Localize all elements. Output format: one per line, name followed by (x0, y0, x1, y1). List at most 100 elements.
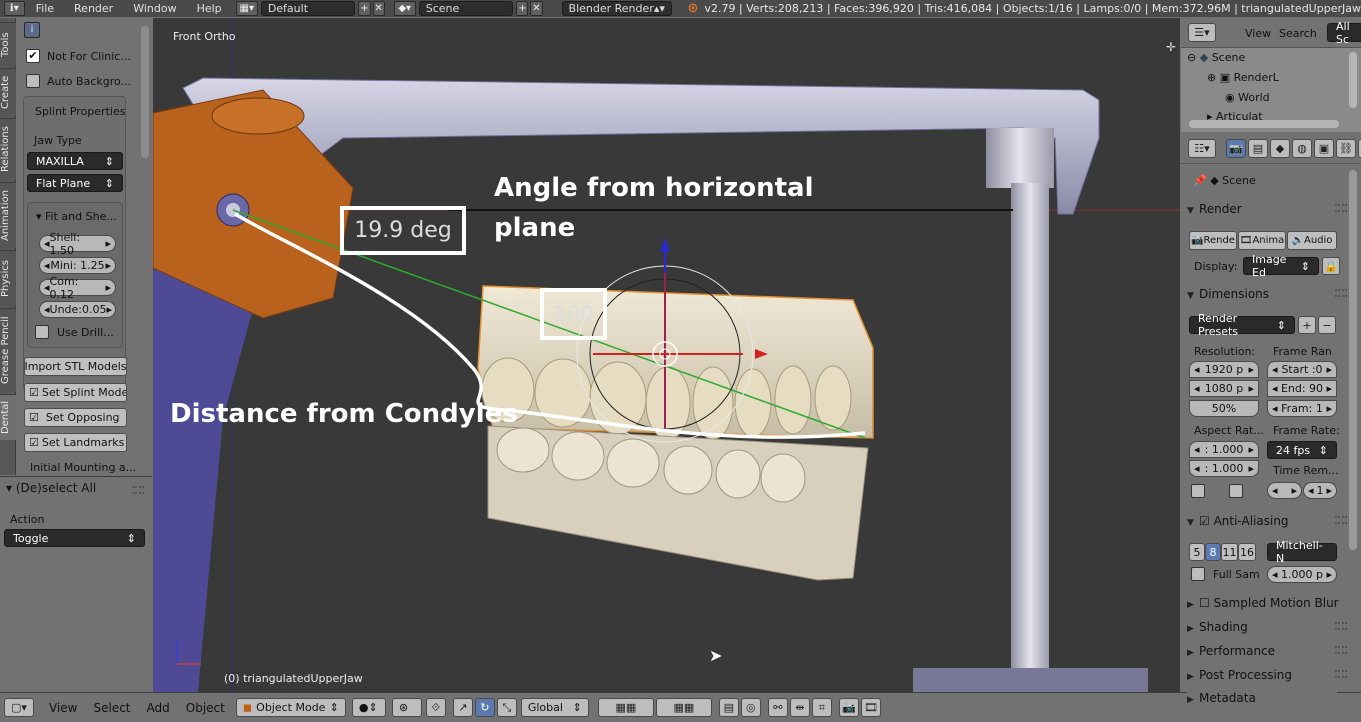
menu-object[interactable]: Object (178, 701, 233, 715)
resolution-percent-field[interactable]: 50% (1189, 400, 1259, 417)
properties-scrollbar[interactable] (1349, 170, 1357, 550)
import-stl-button[interactable]: Import STL Models (24, 357, 127, 376)
properties-editor-icon[interactable]: ☷▾ (1188, 139, 1216, 158)
constraints-tab-icon[interactable]: ⛓ (1336, 139, 1356, 158)
outliner-vscroll[interactable] (1349, 52, 1357, 108)
manipulator-toggle-icon[interactable]: ⟐ (425, 698, 446, 717)
display-select[interactable]: Image Ed ⇕ (1243, 253, 1319, 279)
outliner-editor-icon[interactable]: ☰▾ (1188, 23, 1216, 42)
menu-render[interactable]: Render (64, 2, 123, 15)
object-tab-icon[interactable]: ▣ (1314, 139, 1334, 158)
render-audio-button[interactable]: 🔊 Audio (1287, 231, 1337, 250)
auto-background-checkbox[interactable] (26, 74, 40, 88)
snap-target-icon[interactable]: ⌗ (811, 698, 832, 717)
anti-aliasing-checkbox-icon[interactable]: ☑ (1199, 514, 1214, 528)
outliner-item-renderlayers[interactable]: ⊕ ▣ RenderL (1207, 71, 1279, 84)
tab-physics[interactable]: Physics (0, 250, 16, 306)
editor-type-icon[interactable]: ℹ▾ (4, 1, 25, 16)
motion-blur-section-header[interactable]: ▶ ☐ Sampled Motion Blur (1187, 596, 1339, 610)
pin-icon[interactable]: 📌 (1193, 174, 1210, 187)
layers-grid-icon[interactable]: ▦▦ (597, 698, 654, 717)
viewport-corner-icon[interactable]: ✛ (1166, 40, 1176, 54)
set-landmarks-button[interactable]: ☑ Set Landmarks (24, 433, 127, 452)
rotate-manipulator-icon[interactable]: ↻ (474, 698, 495, 717)
render-animation-button[interactable]: 🎞 Anima (1238, 231, 1286, 250)
post-processing-section-header[interactable]: ▶ Post Processing (1187, 668, 1347, 682)
anti-aliasing-section-header[interactable]: ▼ ☑ Anti-Aliasing (1187, 514, 1347, 528)
opengl-render-icon[interactable]: 📷 (838, 698, 859, 717)
frame-rate-select[interactable]: 24 fps ⇕ (1267, 441, 1337, 459)
frame-start-field[interactable]: ◂ Start :0 ▸ (1267, 361, 1337, 378)
pivot-select[interactable]: ⊛ (391, 698, 422, 717)
plane-select[interactable]: Flat Plane ⇕ (27, 174, 123, 192)
metadata-section[interactable]: ▶ Metadata (1187, 691, 1337, 709)
unde-field[interactable]: ◂ Unde:0.05 ▸ (39, 301, 116, 318)
render-image-button[interactable]: 📷 Rende (1189, 231, 1237, 250)
render-presets-select[interactable]: Render Presets ⇕ (1189, 312, 1295, 338)
outliner-item-articulator[interactable]: ▸ Articulat (1207, 110, 1263, 120)
layers-grid-2-icon[interactable]: ▦▦ (655, 698, 712, 717)
set-splint-model-button[interactable]: ☑ Set Splint Model (24, 383, 127, 402)
not-for-clinic-checkbox[interactable]: ✔ (26, 49, 40, 63)
3d-viewport[interactable]: Front Ortho ✛ 19.9 deg 100 Angle from ho… (153, 18, 1180, 692)
aa-samples-5-button[interactable]: 5 (1189, 543, 1205, 561)
render-section-header[interactable]: ▼ Render (1187, 202, 1347, 216)
frame-end-field[interactable]: ◂ End: 90 ▸ (1267, 380, 1337, 397)
mini-field[interactable]: ◂ Mini: 1.25 ▸ (39, 257, 116, 274)
time-remap-old-field[interactable]: ◂ ▸ (1267, 482, 1302, 499)
render-engine-select[interactable]: Blender Render ▴▾ (561, 1, 672, 16)
full-sample-checkbox[interactable] (1191, 567, 1205, 581)
scene-icon[interactable]: ◆▾ (393, 1, 416, 16)
info-icon[interactable]: i (24, 22, 40, 38)
render-tab-icon[interactable]: 📷 (1226, 139, 1246, 158)
add-preset-icon[interactable]: + (1298, 316, 1316, 334)
lock-layers-icon[interactable]: ▤ (718, 698, 739, 717)
border-checkbox[interactable] (1191, 484, 1205, 498)
motion-blur-checkbox-icon[interactable]: ☐ (1199, 596, 1214, 610)
add-layout-icon[interactable]: + (358, 1, 371, 16)
set-opposing-button[interactable]: ☑ Set Opposing (24, 408, 127, 427)
shelf-scrollbar[interactable] (141, 26, 149, 158)
time-remap-new-field[interactable]: ◂ 1 ▸ (1303, 482, 1337, 499)
mode-select[interactable]: ◼ Object Mode ⇕ (235, 698, 346, 717)
outliner-scrollbar[interactable] (1189, 120, 1339, 128)
viewport-editor-icon[interactable]: ▢▾ (4, 698, 34, 717)
menu-view[interactable]: View (41, 701, 85, 715)
aspect-x-field[interactable]: ◂: 1.000 ▸ (1189, 441, 1259, 458)
panel-grip-icon[interactable] (132, 486, 144, 494)
tab-grease-pencil[interactable]: Grease Pencil (0, 308, 16, 392)
scale-manipulator-icon[interactable]: ⤡ (496, 698, 517, 717)
scene-tab-icon[interactable]: ◆ (1270, 139, 1290, 158)
aa-samples-16-button[interactable]: 16 (1238, 543, 1256, 561)
menu-add[interactable]: Add (139, 701, 178, 715)
scene-select[interactable]: Scene (418, 1, 514, 16)
crop-checkbox[interactable] (1229, 484, 1243, 498)
menu-window[interactable]: Window (123, 2, 186, 15)
translate-manipulator-icon[interactable]: ↗ (452, 698, 473, 717)
outliner-menu-view[interactable]: View (1245, 27, 1271, 40)
resolution-y-field[interactable]: ◂ 1080 p ▸ (1189, 380, 1259, 397)
orientation-select[interactable]: Global ⇕ (520, 698, 589, 717)
layers-tab-icon[interactable]: ▤ (1248, 139, 1268, 158)
resolution-x-field[interactable]: ◂ 1920 p ▸ (1189, 361, 1259, 378)
menu-select[interactable]: Select (85, 701, 138, 715)
outliner-item-world[interactable]: ◉ World (1225, 91, 1270, 104)
use-drill-checkbox[interactable] (35, 325, 49, 339)
jaw-type-select[interactable]: MAXILLA ⇕ (27, 152, 123, 170)
menu-help[interactable]: Help (187, 2, 232, 15)
aa-samples-8-button[interactable]: 8 (1205, 543, 1221, 561)
initial-mounting-label[interactable]: Initial Mounting a... (30, 461, 136, 474)
com-field[interactable]: ◂ Com: 0.12 ▸ (39, 275, 116, 301)
tab-relations[interactable]: Relations (0, 118, 16, 180)
frame-step-field[interactable]: ◂ Fram: 1 ▸ (1267, 400, 1337, 417)
shell-field[interactable]: ◂ Shell: 1.50 ▸ (39, 231, 116, 257)
world-tab-icon[interactable]: ◍ (1292, 139, 1312, 158)
tab-tools[interactable]: Tools (0, 22, 16, 66)
aa-filter-select[interactable]: Mitchell-N (1267, 539, 1337, 565)
menu-file[interactable]: File (26, 2, 64, 15)
tab-create[interactable]: Create (0, 68, 16, 116)
aa-samples-11-button[interactable]: 11 (1221, 543, 1238, 561)
shading-select[interactable]: ● ⇕ (351, 698, 386, 717)
layout-select[interactable]: Default (260, 1, 356, 16)
action-select[interactable]: Toggle ⇕ (4, 529, 145, 547)
